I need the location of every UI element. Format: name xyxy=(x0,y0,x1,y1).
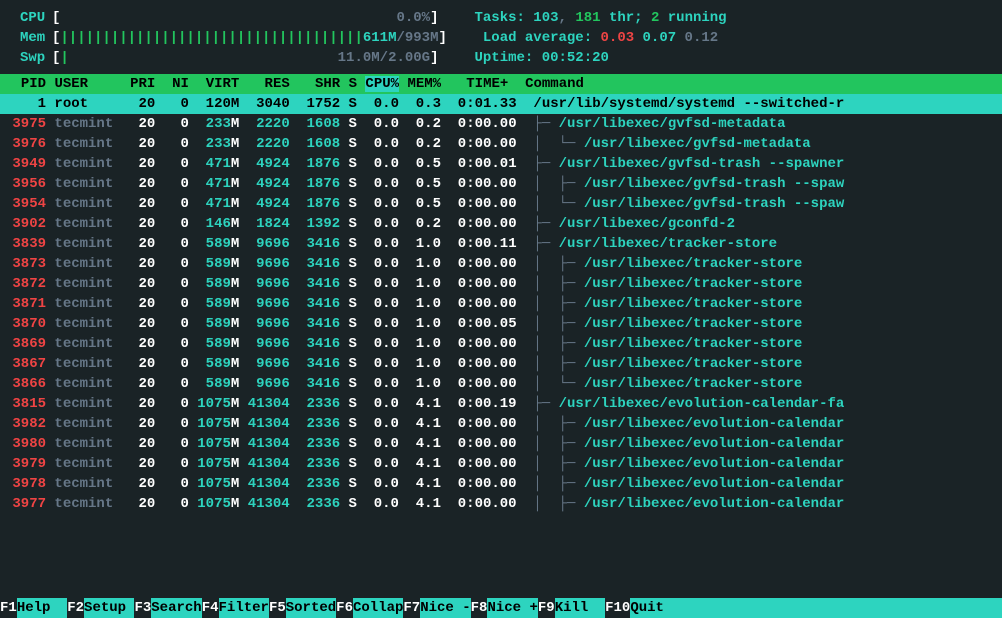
fkey-label-quit[interactable]: Quit xyxy=(630,598,680,618)
fkey-f6: F6 xyxy=(336,598,353,618)
process-list[interactable]: 1 root 20 0 120M 3040 1752 S 0.0 0.3 0:0… xyxy=(0,94,1002,514)
col-res[interactable]: RES xyxy=(265,76,290,92)
swp-meter: Swp[| 11.0M/2.00G]Uptime: 00:52:20 xyxy=(0,48,1002,68)
mem-used: 611M xyxy=(363,28,397,48)
col-virt[interactable]: VIRT xyxy=(206,76,240,92)
fkey-f8: F8 xyxy=(471,598,488,618)
mem-bar: |||||||||||||||||||||||||||||||||||| xyxy=(60,28,362,48)
fkey-label-help[interactable]: Help xyxy=(17,598,67,618)
cpu-percent: 0.0% xyxy=(396,8,430,28)
process-row[interactable]: 3956 tecmint 20 0 471M 4924 1876 S 0.0 0… xyxy=(0,174,1002,194)
process-row[interactable]: 3978 tecmint 20 0 1075M 41304 2336 S 0.0… xyxy=(0,474,1002,494)
fkey-f9: F9 xyxy=(538,598,555,618)
cpu-label: CPU xyxy=(20,8,52,28)
fkey-label-collap[interactable]: Collap xyxy=(353,598,403,618)
fkey-f5: F5 xyxy=(269,598,286,618)
col-ni[interactable]: NI xyxy=(172,76,189,92)
process-row[interactable]: 3979 tecmint 20 0 1075M 41304 2336 S 0.0… xyxy=(0,454,1002,474)
process-row[interactable]: 3872 tecmint 20 0 589M 9696 3416 S 0.0 1… xyxy=(0,274,1002,294)
process-row[interactable]: 3871 tecmint 20 0 589M 9696 3416 S 0.0 1… xyxy=(0,294,1002,314)
fkey-label-search[interactable]: Search xyxy=(151,598,201,618)
mem-label: Mem xyxy=(20,28,52,48)
fkey-label-sorted[interactable]: Sorted xyxy=(286,598,336,618)
process-row[interactable]: 3954 tecmint 20 0 471M 4924 1876 S 0.0 0… xyxy=(0,194,1002,214)
swp-label: Swp xyxy=(20,48,52,68)
process-row[interactable]: 3902 tecmint 20 0 146M 1824 1392 S 0.0 0… xyxy=(0,214,1002,234)
process-row[interactable]: 3815 tecmint 20 0 1075M 41304 2336 S 0.0… xyxy=(0,394,1002,414)
process-row[interactable]: 3867 tecmint 20 0 589M 9696 3416 S 0.0 1… xyxy=(0,354,1002,374)
fkey-label-nice--[interactable]: Nice - xyxy=(420,598,470,618)
tasks-stats: Tasks: 103, 181 thr; 2 running xyxy=(474,8,726,28)
fkey-label-setup[interactable]: Setup xyxy=(84,598,134,618)
col-pri[interactable]: PRI xyxy=(130,76,155,92)
process-row[interactable]: 3866 tecmint 20 0 589M 9696 3416 S 0.0 1… xyxy=(0,374,1002,394)
process-row[interactable]: 3980 tecmint 20 0 1075M 41304 2336 S 0.0… xyxy=(0,434,1002,454)
process-row[interactable]: 3975 tecmint 20 0 233M 2220 1608 S 0.0 0… xyxy=(0,114,1002,134)
col-mem[interactable]: MEM% xyxy=(407,76,441,92)
process-row[interactable]: 3949 tecmint 20 0 471M 4924 1876 S 0.0 0… xyxy=(0,154,1002,174)
process-row[interactable]: 1 root 20 0 120M 3040 1752 S 0.0 0.3 0:0… xyxy=(0,94,1002,114)
col-state[interactable]: S xyxy=(349,76,357,92)
process-row[interactable]: 3982 tecmint 20 0 1075M 41304 2336 S 0.0… xyxy=(0,414,1002,434)
col-cpu-sorted[interactable]: CPU% xyxy=(365,76,399,92)
fkey-label-kill[interactable]: Kill xyxy=(555,598,605,618)
fkey-f2: F2 xyxy=(67,598,84,618)
swp-text: 11.0M/2.00G xyxy=(338,48,430,68)
load-average: Load average: 0.03 0.07 0.12 xyxy=(483,28,718,48)
header-meters: CPU[ 0.0%]Tasks: 103, 181 thr; 2 running… xyxy=(0,0,1002,74)
process-row[interactable]: 3869 tecmint 20 0 589M 9696 3416 S 0.0 1… xyxy=(0,334,1002,354)
fkey-label-nice-+[interactable]: Nice + xyxy=(487,598,537,618)
col-shr[interactable]: SHR xyxy=(315,76,340,92)
col-user[interactable]: USER xyxy=(54,76,130,92)
process-row[interactable]: 3873 tecmint 20 0 589M 9696 3416 S 0.0 1… xyxy=(0,254,1002,274)
process-row[interactable]: 3977 tecmint 20 0 1075M 41304 2336 S 0.0… xyxy=(0,494,1002,514)
mem-meter: Mem[||||||||||||||||||||||||||||||||||||… xyxy=(0,28,1002,48)
uptime: Uptime: 00:52:20 xyxy=(474,48,608,68)
fkey-label-filter[interactable]: Filter xyxy=(219,598,269,618)
fkey-f4: F4 xyxy=(202,598,219,618)
process-row[interactable]: 3839 tecmint 20 0 589M 9696 3416 S 0.0 1… xyxy=(0,234,1002,254)
col-command[interactable]: Command xyxy=(525,76,584,92)
process-table-header[interactable]: PID USER PRI NI VIRT RES SHR S CPU% MEM%… xyxy=(0,74,1002,94)
fkey-f10: F10 xyxy=(605,598,630,618)
col-time[interactable]: TIME+ xyxy=(466,76,508,92)
fkey-f7: F7 xyxy=(403,598,420,618)
mem-total: 993M xyxy=(405,28,439,48)
cpu-meter: CPU[ 0.0%]Tasks: 103, 181 thr; 2 running xyxy=(0,8,1002,28)
col-pid[interactable]: PID xyxy=(4,76,46,92)
fkey-f1: F1 xyxy=(0,598,17,618)
fkey-f3: F3 xyxy=(134,598,151,618)
footer-bar: F1Help F2Setup F3SearchF4FilterF5SortedF… xyxy=(0,598,1002,618)
process-row[interactable]: 3870 tecmint 20 0 589M 9696 3416 S 0.0 1… xyxy=(0,314,1002,334)
process-row[interactable]: 3976 tecmint 20 0 233M 2220 1608 S 0.0 0… xyxy=(0,134,1002,154)
